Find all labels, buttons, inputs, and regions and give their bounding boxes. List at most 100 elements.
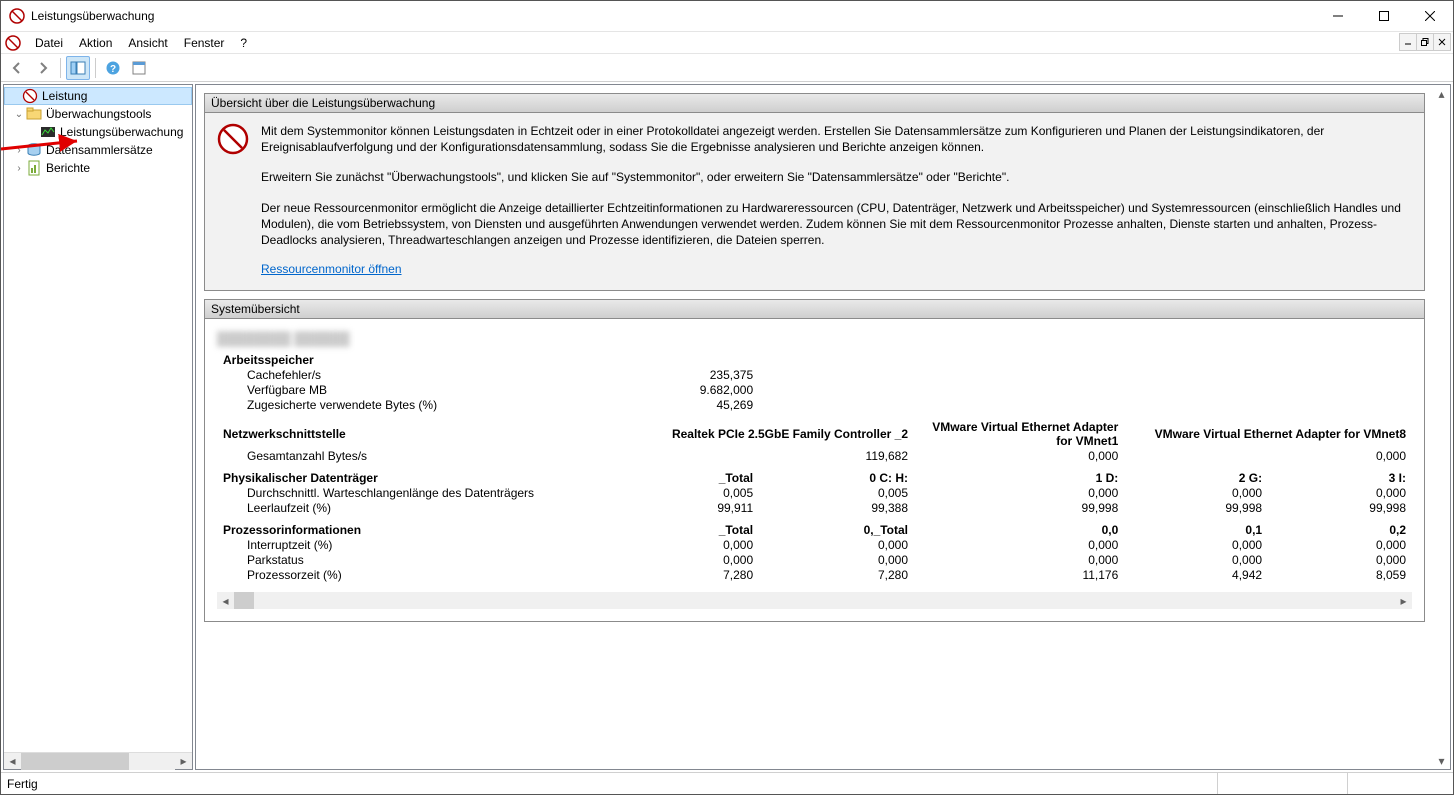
col-header: _Total bbox=[637, 463, 759, 485]
row-value: 0,000 bbox=[759, 552, 914, 567]
col-header: 2 G: bbox=[1124, 463, 1268, 485]
tree-label: Berichte bbox=[46, 161, 90, 175]
properties-icon bbox=[131, 60, 147, 76]
mdi-restore-button[interactable] bbox=[1416, 33, 1434, 51]
console-tree[interactable]: Leistung ⌄ Überwachungstools Leistungsüb… bbox=[4, 85, 192, 752]
scroll-up-button[interactable]: ▴ bbox=[1433, 85, 1450, 102]
restore-icon bbox=[1421, 38, 1429, 46]
status-cell bbox=[1217, 773, 1347, 794]
tree-node-monitoring-tools[interactable]: ⌄ Überwachungstools bbox=[4, 105, 192, 123]
collapse-icon[interactable]: ⌄ bbox=[12, 109, 26, 120]
toolbar-separator bbox=[60, 58, 61, 78]
group-network: Netzwerkschnittstelle Realtek PCIe 2.5Gb… bbox=[217, 412, 1412, 448]
arrow-right-icon bbox=[35, 60, 51, 76]
menu-fenster[interactable]: Fenster bbox=[176, 34, 233, 52]
overview-box: Mit dem Systemmonitor können Leistungsda… bbox=[204, 113, 1425, 291]
overview-header: Übersicht über die Leistungsüberwachung bbox=[204, 93, 1425, 113]
overview-p1: Mit dem Systemmonitor können Leistungsda… bbox=[261, 123, 1412, 155]
menu-datei[interactable]: Datei bbox=[27, 34, 71, 52]
row-value: 0,000 bbox=[1268, 552, 1412, 567]
mdi-minimize-button[interactable] bbox=[1399, 33, 1417, 51]
row-value: 0,000 bbox=[914, 537, 1124, 552]
row-value: 9.682,000 bbox=[637, 382, 759, 397]
row-value: 0,000 bbox=[1124, 448, 1412, 463]
tree-node-leistung[interactable]: Leistung bbox=[4, 87, 192, 105]
svg-text:?: ? bbox=[110, 64, 116, 75]
close-button[interactable] bbox=[1407, 1, 1453, 31]
scroll-left-button[interactable]: ◂ bbox=[4, 753, 21, 770]
main-vscrollbar[interactable]: ▴ ▾ bbox=[1433, 85, 1450, 769]
system-hscrollbar[interactable]: ◂ ▸ bbox=[217, 592, 1412, 609]
row-value: 0,000 bbox=[1124, 537, 1268, 552]
group-label: Physikalischer Datenträger bbox=[217, 463, 637, 485]
tree-pane: Leistung ⌄ Überwachungstools Leistungsüb… bbox=[3, 84, 193, 770]
row-value: 7,280 bbox=[637, 567, 759, 582]
help-button[interactable]: ? bbox=[101, 56, 125, 80]
table-row: Prozessorzeit (%) 7,280 7,280 11,176 4,9… bbox=[217, 567, 1412, 582]
scroll-thumb[interactable] bbox=[21, 753, 129, 770]
scroll-right-button[interactable]: ▸ bbox=[1395, 592, 1412, 609]
row-label: Gesamtanzahl Bytes/s bbox=[217, 448, 637, 463]
col-header: 3 I: bbox=[1268, 463, 1412, 485]
row-value: 119,682 bbox=[637, 448, 914, 463]
col-header: _Total bbox=[637, 515, 759, 537]
group-memory: Arbeitsspeicher bbox=[217, 352, 1412, 367]
scroll-track[interactable] bbox=[21, 753, 175, 770]
status-cell bbox=[1347, 773, 1447, 794]
close-icon bbox=[1438, 38, 1446, 46]
row-value: 0,000 bbox=[759, 537, 914, 552]
scroll-thumb[interactable] bbox=[234, 592, 254, 609]
scroll-right-button[interactable]: ▸ bbox=[175, 753, 192, 770]
minimize-button[interactable] bbox=[1315, 1, 1361, 31]
body: Leistung ⌄ Überwachungstools Leistungsüb… bbox=[1, 82, 1453, 772]
tree-node-reports[interactable]: › Berichte bbox=[4, 159, 192, 177]
col-header: VMware Virtual Ethernet Adapter for VMne… bbox=[1124, 412, 1412, 448]
row-label: Interruptzeit (%) bbox=[217, 537, 637, 552]
scroll-left-button[interactable]: ◂ bbox=[217, 592, 234, 609]
col-header: 1 D: bbox=[914, 463, 1124, 485]
window-controls bbox=[1315, 1, 1453, 31]
menu-help[interactable]: ? bbox=[232, 34, 255, 52]
menu-aktion[interactable]: Aktion bbox=[71, 34, 120, 52]
tree-node-data-collector-sets[interactable]: › Datensammlersätze bbox=[4, 141, 192, 159]
show-hide-tree-button[interactable] bbox=[66, 56, 90, 80]
menu-ansicht[interactable]: Ansicht bbox=[120, 34, 175, 52]
open-resource-monitor-link[interactable]: Ressourcenmonitor öffnen bbox=[261, 262, 402, 276]
row-label: Parkstatus bbox=[217, 552, 637, 567]
row-value: 99,998 bbox=[914, 500, 1124, 515]
perf-chart-icon bbox=[40, 124, 56, 140]
row-value: 0,000 bbox=[637, 552, 759, 567]
tree-node-performance-monitor[interactable]: Leistungsüberwachung bbox=[4, 123, 192, 141]
properties-button[interactable] bbox=[127, 56, 151, 80]
scroll-track[interactable] bbox=[234, 592, 1395, 609]
group-label: Prozessorinformationen bbox=[217, 515, 637, 537]
menubar: Datei Aktion Ansicht Fenster ? bbox=[1, 32, 1453, 54]
mdi-close-button[interactable] bbox=[1433, 33, 1451, 51]
nav-back-button[interactable] bbox=[5, 56, 29, 80]
row-value: 8,059 bbox=[1268, 567, 1412, 582]
expand-icon[interactable]: › bbox=[12, 163, 26, 174]
scroll-down-button[interactable]: ▾ bbox=[1433, 752, 1450, 769]
row-value: 45,269 bbox=[637, 397, 759, 412]
row-value: 0,000 bbox=[1124, 485, 1268, 500]
main-pane: Übersicht über die Leistungsüberwachung … bbox=[195, 84, 1451, 770]
col-header: Realtek PCIe 2.5GbE Family Controller _2 bbox=[637, 412, 914, 448]
group-disk: Physikalischer Datenträger _Total 0 C: H… bbox=[217, 463, 1412, 485]
maximize-button[interactable] bbox=[1361, 1, 1407, 31]
table-row: Interruptzeit (%) 0,000 0,000 0,000 0,00… bbox=[217, 537, 1412, 552]
folder-tools-icon bbox=[26, 106, 42, 122]
perfmon-root-icon bbox=[22, 88, 38, 104]
mdi-controls bbox=[1400, 33, 1451, 51]
row-value: 0,000 bbox=[1268, 485, 1412, 500]
overview-p3: Der neue Ressourcenmonitor ermöglicht di… bbox=[261, 200, 1412, 249]
row-value: 7,280 bbox=[759, 567, 914, 582]
row-label: Cachefehler/s bbox=[217, 367, 637, 382]
close-icon bbox=[1425, 11, 1435, 21]
tree-hscrollbar[interactable]: ◂ ▸ bbox=[4, 752, 192, 769]
system-body: ████████ ██████ Arbeitsspeicher bbox=[204, 319, 1425, 622]
row-value: 4,942 bbox=[1124, 567, 1268, 582]
stats-table: Arbeitsspeicher Cachefehler/s 235,375 Ve… bbox=[217, 352, 1412, 582]
expand-icon[interactable]: › bbox=[12, 145, 26, 156]
nav-forward-button[interactable] bbox=[31, 56, 55, 80]
table-row: Cachefehler/s 235,375 bbox=[217, 367, 1412, 382]
